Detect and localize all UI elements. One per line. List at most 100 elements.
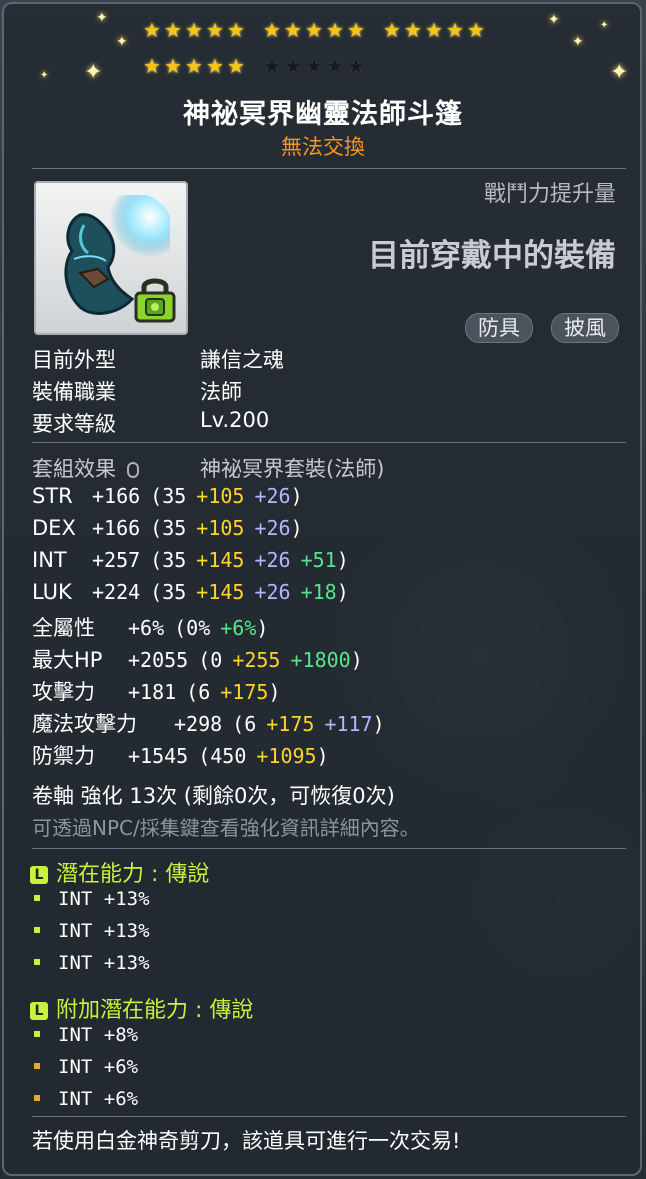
stat-scroll-bonus: +18: [300, 580, 337, 604]
stat-row: STR +166 (35 +105 +26): [32, 484, 303, 508]
star-filled-icon: ★: [305, 18, 323, 42]
star-empty-icon: ★: [284, 54, 302, 78]
star-filled-icon: ★: [143, 18, 161, 42]
bonus-potential-title: 附加潛在能力 : 傳說: [56, 998, 254, 1023]
stat-base: (35: [150, 516, 187, 540]
stat-flame-bonus: +105: [196, 516, 245, 540]
stat-flame-bonus: +175: [266, 712, 315, 736]
stat-total: +6%: [128, 616, 165, 640]
stat-close: ): [350, 648, 363, 672]
stat-flame-bonus: +1095: [256, 744, 317, 768]
sparkle-icon: ✦: [84, 60, 103, 85]
bullet-icon: [34, 1063, 40, 1069]
stat-base: (35: [150, 548, 187, 572]
stat-total: +181: [128, 680, 177, 704]
set-effect-text: 套組效果: [32, 457, 116, 481]
star-filled-icon: ★: [164, 54, 182, 78]
mouse-icon: [126, 462, 139, 478]
set-name: 神祕冥界套裝(法師): [200, 457, 385, 481]
stat-base: (0%: [174, 616, 211, 640]
stat-row: INT +257 (35 +145 +26 +51): [32, 548, 349, 572]
stat-starforce-bonus: +26: [254, 484, 291, 508]
stat-scroll-bonus: +51: [300, 548, 337, 572]
info-value: Lv.200: [200, 408, 270, 432]
info-label: 要求等級: [32, 412, 116, 436]
stat-scroll-bonus: +1800: [290, 648, 351, 672]
star-filled-icon: ★: [227, 54, 245, 78]
potential-line-text: INT +8%: [58, 1024, 139, 1046]
star-filled-icon: ★: [446, 18, 464, 42]
star-filled-icon: ★: [185, 54, 203, 78]
stat-name: LUK: [32, 580, 72, 604]
sparkle-icon: ✦: [40, 70, 49, 81]
stat-row: 攻擊力 +181 (6 +175): [32, 676, 280, 706]
stat-name: STR: [32, 484, 73, 508]
lock-icon: [134, 278, 176, 323]
potential-header: L 潛在能力 : 傳說: [30, 856, 209, 888]
potential-line: INT +13%: [34, 920, 150, 942]
stat-total: +166: [92, 484, 141, 508]
star-filled-icon: ★: [347, 18, 365, 42]
stat-base: (35: [150, 484, 187, 508]
stat-name: INT: [32, 548, 67, 572]
potential-line: INT +13%: [34, 888, 150, 910]
star-filled-icon: ★: [284, 18, 302, 42]
stat-total: +1545: [128, 744, 189, 768]
item-name: 神祕冥界幽靈法師斗篷: [183, 99, 463, 130]
bullet-icon: [34, 927, 40, 933]
stat-base: (6: [186, 680, 211, 704]
sparkle-icon: ✦: [96, 10, 108, 26]
stat-flame-bonus: +145: [196, 548, 245, 572]
stat-name: 攻擊力: [32, 680, 95, 704]
star-filled-icon: ★: [143, 54, 161, 78]
potential-line-text: INT +6%: [58, 1056, 139, 1078]
stat-close: ): [268, 680, 281, 704]
stat-base: (6: [232, 712, 257, 736]
stat-flame-bonus: +145: [196, 580, 245, 604]
stat-starforce-bonus: +26: [254, 548, 291, 572]
info-label: 目前外型: [32, 348, 116, 372]
trade-status: 無法交換: [281, 135, 365, 159]
bullet-icon: [34, 1095, 40, 1101]
stat-total: +166: [92, 516, 141, 540]
scissors-hint: 若使用白金神奇剪刀，該道具可進行一次交易!: [32, 1129, 461, 1153]
stat-name: 最大HP: [32, 648, 103, 672]
star-filled-icon: ★: [164, 18, 182, 42]
stat-row: LUK +224 (35 +145 +26 +18): [32, 580, 349, 604]
potential-line-text: INT +13%: [58, 920, 150, 942]
stat-row: 最大HP +2055 (0 +255 +1800): [32, 644, 363, 674]
star-empty-icon: ★: [263, 54, 281, 78]
scroll-enhance-line: 卷軸 強化 13次 (剩餘0次，可恢復0次): [32, 784, 395, 808]
stat-flame-bonus: +255: [232, 648, 281, 672]
potential-title: 潛在能力 : 傳說: [56, 862, 210, 887]
stat-close: ): [336, 548, 349, 572]
potential-line: INT +6%: [34, 1056, 138, 1078]
bullet-icon: [34, 959, 40, 965]
item-icon-frame: [34, 181, 188, 335]
tag-cape: 披風: [551, 313, 619, 343]
potential-line: INT +6%: [34, 1088, 138, 1110]
stat-base: (35: [150, 580, 187, 604]
stat-name: DEX: [32, 516, 76, 540]
star-filled-icon: ★: [206, 54, 224, 78]
stat-starforce-bonus: +117: [324, 712, 373, 736]
sparkle-icon: ✦: [572, 34, 584, 50]
stat-scroll-bonus: +6%: [220, 616, 257, 640]
star-filled-icon: ★: [185, 18, 203, 42]
info-value: 法師: [200, 380, 242, 404]
star-empty-icon: ★: [347, 54, 365, 78]
stat-total: +298: [174, 712, 223, 736]
stat-base: (0: [198, 648, 223, 672]
stat-row: 全屬性 +6% (0% +6%): [32, 612, 268, 642]
combat-power-label: 戰鬥力提升量: [483, 182, 616, 207]
stat-close: ): [290, 516, 303, 540]
stat-close: ): [372, 712, 385, 736]
bullet-icon: [34, 895, 40, 901]
divider: [32, 1116, 626, 1117]
stat-flame-bonus: +105: [196, 484, 245, 508]
stat-flame-bonus: +175: [220, 680, 269, 704]
star-filled-icon: ★: [263, 18, 281, 42]
star-empty-icon: ★: [326, 54, 344, 78]
stat-name: 全屬性: [32, 616, 95, 640]
stat-name: 魔法攻擊力: [32, 712, 137, 736]
